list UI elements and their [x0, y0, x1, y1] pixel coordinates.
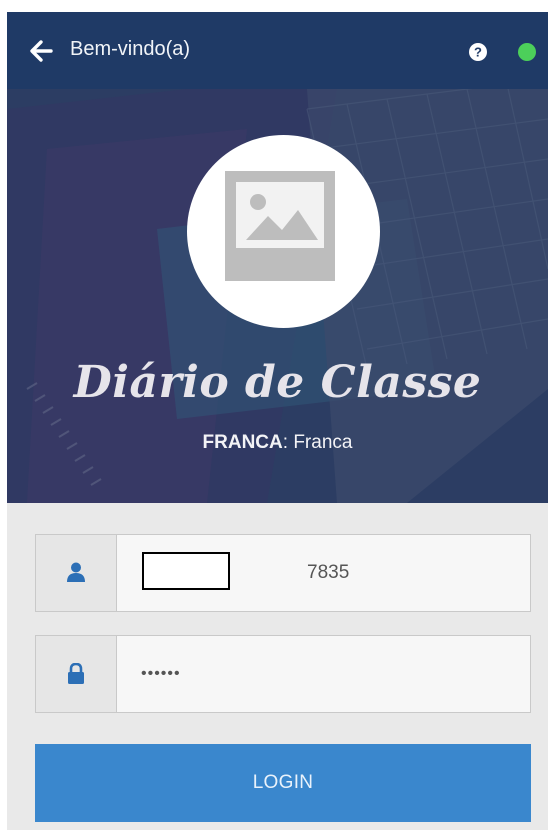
hero-banner: Diário de Classe FRANCA: Franca — [7, 89, 548, 503]
user-icon — [67, 562, 85, 582]
page-title: Bem-vindo(a) — [70, 38, 191, 60]
password-field-group — [35, 635, 531, 713]
redaction-box — [142, 552, 230, 590]
username-addon — [36, 535, 117, 611]
app-name: Diário de Classe — [73, 357, 482, 408]
avatar — [187, 135, 380, 328]
status-dot — [518, 43, 536, 61]
password-addon — [36, 636, 117, 712]
help-icon[interactable]: ? — [469, 43, 487, 61]
password-input[interactable] — [117, 636, 530, 712]
school-name: Franca — [293, 432, 353, 453]
school-label: FRANCA: Franca — [7, 432, 548, 454]
school-separator: : — [282, 432, 294, 453]
lock-icon — [68, 663, 84, 684]
image-placeholder-icon — [225, 171, 335, 281]
school-code: FRANCA — [202, 432, 283, 453]
back-arrow-icon[interactable] — [29, 39, 57, 63]
top-bar: Bem-vindo(a) ? — [7, 12, 548, 89]
svg-text:?: ? — [474, 45, 482, 60]
login-button[interactable]: LOGIN — [35, 744, 531, 822]
app-frame: Bem-vindo(a) ? Diário de Classe FRANCA: … — [7, 12, 548, 830]
username-field-group — [35, 534, 531, 612]
